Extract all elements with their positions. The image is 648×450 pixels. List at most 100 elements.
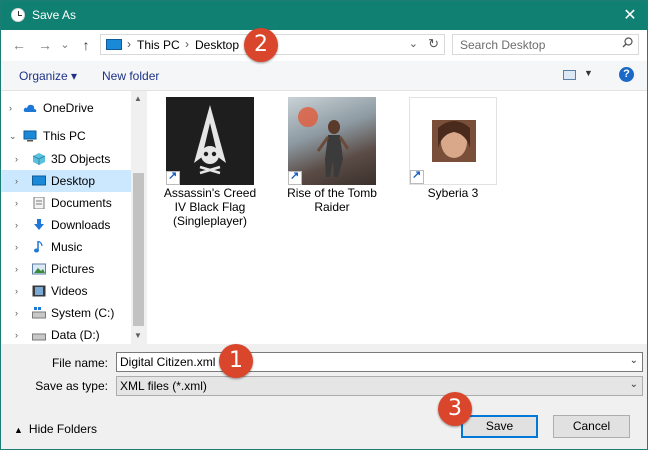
expand-chevron-icon[interactable]: › <box>15 258 18 280</box>
search-icon <box>622 37 633 48</box>
collapse-up-icon: ▲ <box>14 425 23 435</box>
save-as-type-value: XML files (*.xml) <box>120 379 207 393</box>
file-name-line: Rise of the Tomb <box>287 186 377 200</box>
up-button[interactable]: ↑ <box>78 36 94 54</box>
file-name-line: IV Black Flag <box>174 200 246 214</box>
this-pc-icon <box>106 39 122 50</box>
shortcut-arrow-icon <box>410 168 424 184</box>
close-button[interactable]: ✕ <box>613 1 647 30</box>
tomb-raider-icon <box>288 97 376 185</box>
sidebar-item-pictures[interactable]: › Pictures <box>1 258 131 280</box>
shortcut-arrow-icon <box>166 169 180 185</box>
expand-chevron-icon[interactable]: › <box>9 97 12 119</box>
forward-button[interactable]: → <box>37 36 53 54</box>
sidebar-item-label: Videos <box>51 284 88 298</box>
annotation-badge-1: 1 <box>219 344 253 378</box>
organize-button[interactable]: Organize ▾ <box>19 69 77 83</box>
expand-chevron-icon[interactable]: › <box>15 280 18 302</box>
file-name-line: Syberia 3 <box>427 186 479 200</box>
breadcrumb-this-pc[interactable]: This PC <box>137 38 180 52</box>
file-name-input[interactable]: Digital Citizen.xml ⌄ <box>116 352 643 372</box>
sidebar-item-label: Music <box>51 240 83 254</box>
file-name-dropdown-icon[interactable]: ⌄ <box>630 355 638 366</box>
window-title: Save As <box>32 8 77 22</box>
address-dropdown-icon[interactable]: ⌄ <box>409 37 418 50</box>
sidebar-item-label: OneDrive <box>43 101 94 115</box>
scroll-up-icon[interactable]: ▲ <box>134 94 142 103</box>
sidebar-item-data-d[interactable]: › Data (D:) <box>1 324 131 344</box>
expand-chevron-icon[interactable]: › <box>15 192 18 214</box>
search-box[interactable]: Search Desktop <box>452 34 639 55</box>
expand-chevron-icon[interactable]: › <box>15 148 18 170</box>
sidebar-item-3d-objects[interactable]: › 3D Objects <box>1 148 131 170</box>
desktop-icon <box>32 175 46 186</box>
expand-chevron-icon[interactable]: › <box>15 214 18 236</box>
breadcrumb-separator-icon: › <box>185 37 189 51</box>
file-item-assassins-creed[interactable]: Assassin's Creed IV Black Flag (Singlepl… <box>160 91 260 231</box>
sidebar-item-label: This PC <box>43 129 86 143</box>
drive-icon <box>32 333 46 341</box>
sidebar-item-desktop[interactable]: › Desktop <box>1 170 131 192</box>
sidebar-item-label: Pictures <box>51 262 95 276</box>
sidebar-item-label: Documents <box>51 196 112 210</box>
new-folder-button[interactable]: New folder <box>102 69 159 83</box>
download-icon <box>34 219 44 230</box>
music-icon <box>34 241 43 253</box>
help-button[interactable]: ? <box>619 67 634 82</box>
file-name-line: (Singleplayer) <box>172 214 248 228</box>
sidebar-item-label: Desktop <box>51 174 96 188</box>
file-item-syberia-3[interactable]: Syberia 3 <box>403 91 503 206</box>
recent-locations-button[interactable]: ⌄ <box>59 36 71 54</box>
expand-chevron-icon[interactable]: › <box>15 324 18 344</box>
file-list: Assassin's Creed IV Black Flag (Singlepl… <box>147 91 647 344</box>
file-name-label: Syberia 3 <box>403 186 503 200</box>
title-bar: Save As ✕ <box>1 1 647 30</box>
shortcut-arrow-icon <box>288 169 302 185</box>
sidebar-item-downloads[interactable]: › Downloads <box>1 214 131 236</box>
sidebar-item-label: Data (D:) <box>51 328 100 342</box>
expand-chevron-icon[interactable]: › <box>15 302 18 324</box>
save-button[interactable]: Save <box>461 415 538 438</box>
file-name-value: Digital Citizen.xml <box>120 355 216 369</box>
navigation-pane: › OneDrive ⌄ This PC › 3D Objects › Desk… <box>1 91 146 344</box>
navigation-scrollbar[interactable]: ▲ ▼ <box>131 91 146 344</box>
annotation-badge-3: 3 <box>438 392 472 426</box>
cancel-button[interactable]: Cancel <box>553 415 630 438</box>
save-as-type-label: Save as type: <box>35 379 108 393</box>
command-bar: Organize ▾ New folder ▼ ? <box>1 61 647 91</box>
file-name-line: Raider <box>314 200 350 214</box>
drive-icon <box>32 307 46 319</box>
sidebar-item-documents[interactable]: › Documents <box>1 192 131 214</box>
collapse-chevron-icon[interactable]: ⌄ <box>9 125 17 147</box>
save-as-type-dropdown-icon[interactable]: ⌄ <box>630 379 638 390</box>
save-as-type-select[interactable]: XML files (*.xml) ⌄ <box>116 376 643 396</box>
sidebar-item-system-c[interactable]: › System (C:) <box>1 302 131 324</box>
refresh-icon[interactable]: ↻ <box>428 36 439 52</box>
videos-icon <box>32 285 46 297</box>
breadcrumb-desktop[interactable]: Desktop <box>195 38 239 52</box>
view-options-dropdown-icon[interactable]: ▼ <box>584 68 593 78</box>
sidebar-item-videos[interactable]: › Videos <box>1 280 131 302</box>
change-view-icon[interactable] <box>563 70 576 80</box>
sidebar-item-onedrive[interactable]: › OneDrive <box>1 97 131 119</box>
computer-icon <box>23 130 37 142</box>
hide-folders-button[interactable]: ▲ Hide Folders <box>14 422 97 436</box>
sidebar-item-music[interactable]: › Music <box>1 236 131 258</box>
annotation-badge-2: 2 <box>244 28 278 62</box>
file-name-label: File name: <box>51 356 108 370</box>
scroll-down-icon[interactable]: ▼ <box>134 331 142 340</box>
search-placeholder: Search Desktop <box>460 38 546 52</box>
expand-chevron-icon[interactable]: › <box>15 170 18 192</box>
cube-icon <box>32 153 46 165</box>
expand-chevron-icon[interactable]: › <box>15 236 18 258</box>
file-name-line: Assassin's Creed <box>163 186 257 200</box>
clock-icon <box>11 8 25 22</box>
syberia-icon <box>409 97 497 185</box>
sidebar-item-this-pc[interactable]: ⌄ This PC <box>1 125 131 147</box>
scrollbar-thumb[interactable] <box>133 173 144 326</box>
sidebar-item-label: System (C:) <box>51 306 115 320</box>
cloud-icon <box>23 104 37 112</box>
hide-folders-label: Hide Folders <box>28 422 97 436</box>
file-item-tomb-raider[interactable]: Rise of the Tomb Raider <box>282 91 382 221</box>
back-button[interactable]: ← <box>11 36 27 54</box>
